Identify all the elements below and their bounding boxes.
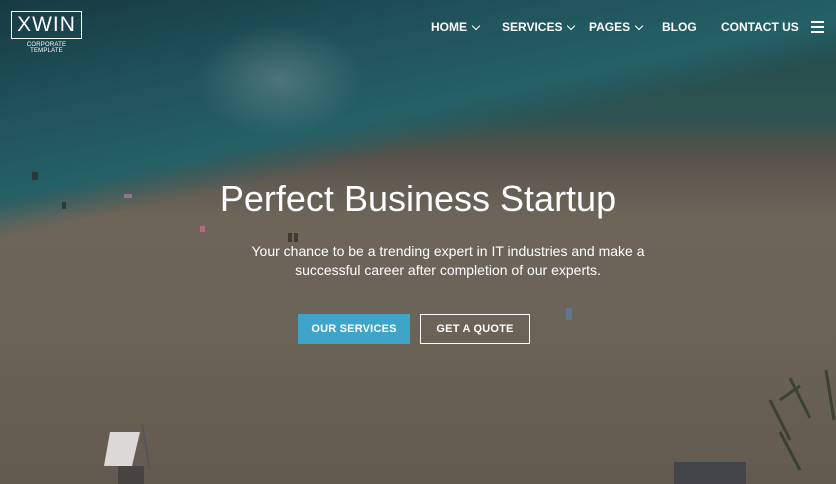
nav-item-home[interactable]: HOME (431, 20, 481, 34)
our-services-button[interactable]: OUR SERVICES (298, 314, 410, 344)
towel-mark (200, 226, 205, 232)
nav-item-label: PAGES (589, 20, 631, 34)
chevron-down-icon (634, 21, 644, 30)
person-mark (294, 233, 298, 242)
nav-item-label: BLOG (662, 20, 697, 34)
logo-tagline: CORPORATE TEMPLATE (26, 42, 67, 54)
logo-wordmark: XWIN (11, 11, 82, 39)
nav-item-label: SERVICES (502, 20, 563, 34)
nav-item-label: HOME (431, 20, 467, 34)
lifeguard-tower (104, 423, 151, 484)
hero-subtitle: Your chance to be a trending expert in I… (251, 243, 645, 278)
hero-title: Perfect Business Startup (0, 178, 836, 220)
brand-logo[interactable]: XWIN CORPORATE TEMPLATE (11, 11, 82, 54)
vehicle-mark (674, 462, 746, 484)
hero-title-part: Perfect (219, 178, 344, 219)
nav-item-label: CONTACT US (721, 20, 799, 34)
person-mark (288, 233, 292, 242)
chevron-down-icon (471, 21, 481, 30)
hamburger-icon[interactable] (811, 21, 824, 36)
hero-title-part: Startup (490, 178, 617, 219)
palm-trees (768, 369, 836, 471)
nav-item-contact-us[interactable]: CONTACT US (721, 20, 799, 34)
chevron-down-icon (567, 21, 576, 30)
nav-item-blog[interactable]: BLOG (662, 20, 697, 34)
get-a-quote-button[interactable]: GET A QUOTE (420, 314, 530, 344)
nav-item-services[interactable]: SERVICES (502, 20, 576, 34)
person-mark (566, 308, 572, 320)
nav-item-pages[interactable]: PAGES (589, 20, 644, 34)
hero-title-emphasis: Business (343, 178, 491, 219)
